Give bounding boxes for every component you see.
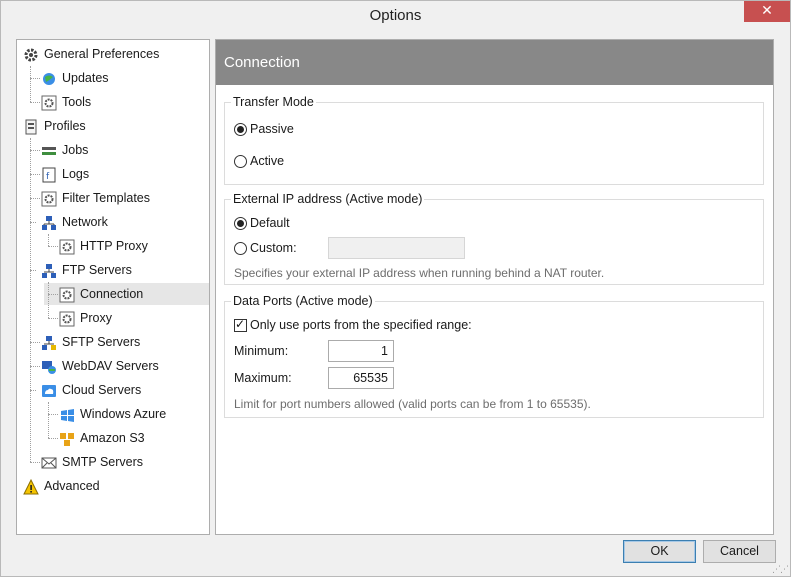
ok-button[interactable]: OK [623,540,696,563]
only-range-label[interactable]: Only use ports from the specified range: [250,318,472,332]
external-ip-hint: Specifies your external IP address when … [234,266,605,280]
tree-item-label: Tools [62,95,92,109]
tree-item-label: Amazon S3 [80,431,145,445]
tree-item-label: Network [62,215,108,229]
custom-ip-radio[interactable] [234,242,247,255]
custom-ip-label[interactable]: Custom: [250,241,297,255]
tree-item-label: Profiles [44,119,86,133]
tree-item-label: SMTP Servers [62,455,144,469]
tree-item-label: Cloud Servers [62,383,142,397]
data-ports-title: Data Ports (Active mode) [231,294,375,308]
default-ip-label[interactable]: Default [250,216,290,230]
external-ip-group: External IP address (Active mode) Defaul… [224,192,764,285]
tree-item-label: Connection [80,287,144,301]
pane-header: Connection [216,40,773,85]
connection-icon [59,287,75,303]
tree-item-label: FTP Servers [62,263,132,277]
transfer-mode-title: Transfer Mode [231,95,316,109]
tree-connector [48,234,49,246]
tools-icon [41,95,57,111]
tree-connector [30,78,31,102]
ftp-server-icon [42,264,56,278]
cancel-button[interactable]: Cancel [703,540,776,563]
globe-update-icon [43,73,55,85]
tree-item-label: Logs [62,167,90,181]
external-ip-title: External IP address (Active mode) [231,192,425,206]
only-range-checkbox[interactable] [234,317,247,332]
tree-connector [48,294,58,295]
tree-connector [30,78,40,79]
network-icon [42,216,56,230]
warning-icon [23,479,39,495]
profiles-icon [25,119,37,135]
active-label[interactable]: Active [250,154,284,168]
tree-item-label: Advanced [44,479,100,493]
passive-radio[interactable] [234,123,247,136]
window-title: Options [369,7,422,24]
tree-connector [30,66,31,78]
proxy-icon [59,311,75,327]
tree-connector [48,246,58,247]
options-tree: General Preferences Updates Tools Profil… [16,39,210,535]
transfer-mode-group: Transfer Mode Passive Active [224,95,764,185]
minimum-input[interactable]: 1 [328,340,394,362]
tree-connector [48,414,58,415]
log-icon: f [42,167,56,183]
tree-item-label: General Preferences [44,47,160,61]
azure-icon [61,409,74,422]
tree-item-label: Proxy [80,311,112,325]
tree-connector [30,150,40,151]
tree-connector [48,318,58,319]
data-ports-group: Data Ports (Active mode) Only use ports … [224,294,764,418]
tree-item-label: Jobs [62,143,89,157]
cloud-icon [42,385,56,397]
mail-icon [41,457,57,469]
tree-connector [48,402,49,438]
tree-connector [30,390,36,391]
tree-item-label: WebDAV Servers [62,359,159,373]
data-ports-hint: Limit for port numbers allowed (valid po… [234,397,591,411]
webdav-icon [42,361,56,374]
active-radio[interactable] [234,155,247,168]
tree-connector [30,366,40,367]
tree-item-label: SFTP Servers [62,335,141,349]
custom-ip-input[interactable] [328,237,465,259]
sftp-server-icon [42,336,56,350]
tree-connector [30,138,31,462]
tree-connector [30,174,40,175]
tree-connector [48,282,49,318]
close-button[interactable]: ✕ [744,1,790,22]
maximum-input[interactable]: 65535 [328,367,394,389]
resize-grip-icon[interactable]: ⋰⋰ [772,566,789,575]
options-dialog: Options ✕ General Preferences Updates To… [0,0,791,577]
tree-item-label: Filter Templates [62,191,150,205]
tree-connector [30,198,40,199]
tree-connector [30,462,40,463]
tree-connector [30,342,40,343]
filter-icon [41,191,57,207]
tree-connector [30,270,36,271]
tree-connector [30,222,36,223]
tree-connector [30,102,40,103]
maximum-label: Maximum: [234,371,292,385]
tree-connector [48,438,58,439]
jobs-icon [42,147,56,155]
amazon-s3-icon [60,433,74,446]
default-ip-radio[interactable] [234,217,247,230]
settings-pane: Connection Transfer Mode Passive Active … [215,39,774,535]
minimum-label: Minimum: [234,344,289,358]
proxy-icon [59,239,75,255]
passive-label[interactable]: Passive [250,122,294,136]
title-bar: Options ✕ [1,1,790,32]
tree-item-label: Windows Azure [80,407,167,421]
gear-icon [24,48,38,62]
tree-item-label: HTTP Proxy [80,239,148,253]
tree-item-label: Updates [62,71,109,85]
